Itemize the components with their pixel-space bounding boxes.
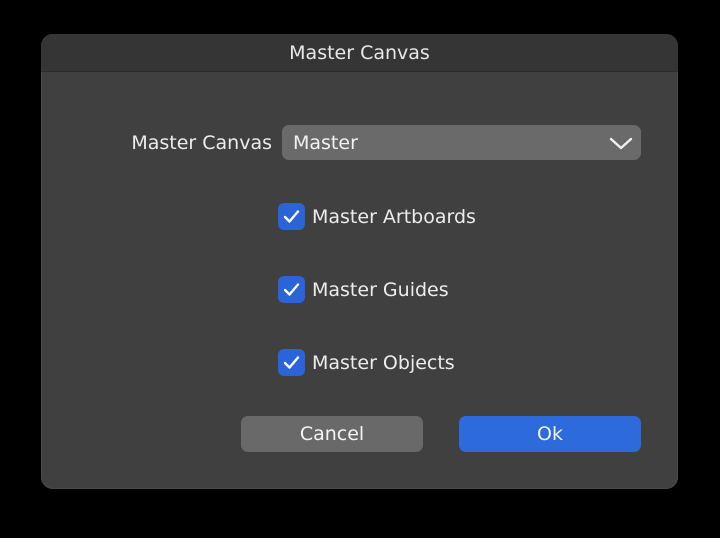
master-artboards-checkbox[interactable] [278, 203, 305, 230]
dialog-titlebar: Master Canvas [41, 34, 678, 72]
master-canvas-select-value: Master [293, 132, 358, 154]
master-objects-label: Master Objects [312, 352, 455, 374]
checkmark-icon [283, 283, 300, 296]
master-artboards-label: Master Artboards [312, 206, 476, 228]
master-guides-checkbox[interactable] [278, 276, 305, 303]
ok-button[interactable]: Ok [459, 416, 641, 452]
master-guides-label: Master Guides [312, 279, 449, 301]
checkmark-icon [283, 210, 300, 223]
chevron-down-icon [609, 137, 633, 150]
master-canvas-select[interactable]: Master [282, 125, 641, 160]
cancel-button[interactable]: Cancel [241, 416, 423, 452]
master-objects-checkbox[interactable] [278, 349, 305, 376]
dialog-title: Master Canvas [289, 42, 430, 64]
checkmark-icon [283, 356, 300, 369]
master-canvas-label: Master Canvas [131, 132, 272, 154]
master-canvas-dialog: Master Canvas Master Canvas Master Maste… [41, 34, 678, 489]
